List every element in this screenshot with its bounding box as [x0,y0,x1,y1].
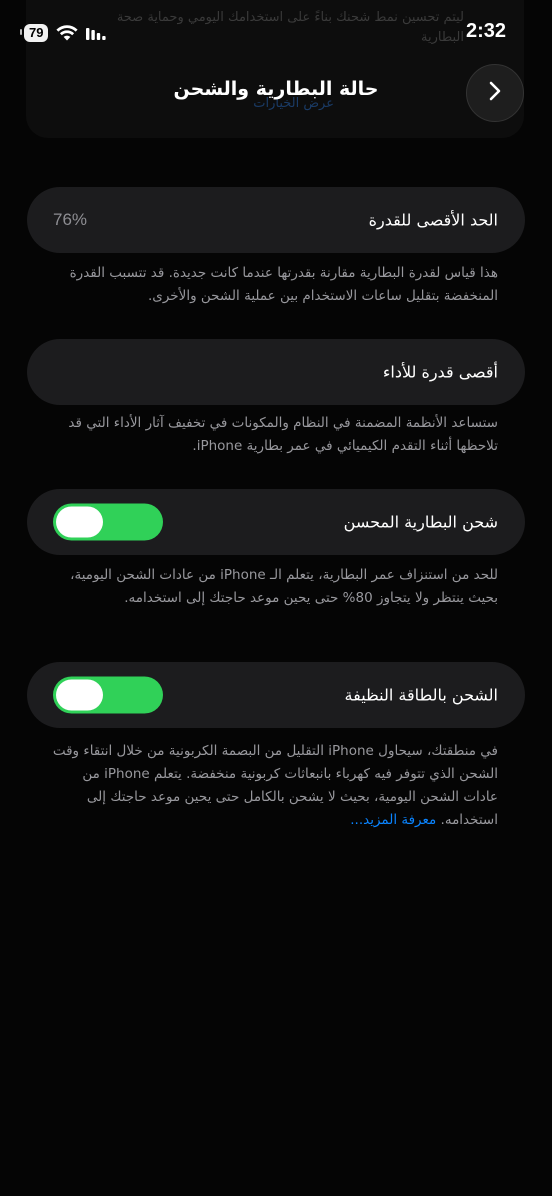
max-capacity-label: الحد الأقصى للقدرة [368,210,498,230]
chevron-right-icon [487,80,503,106]
backdrop-text: ليتم تحسين نمط شحنك بناءً على استخدامك ا… [116,10,464,45]
backdrop-card: ليتم تحسين نمط شحنك بناءً على استخدامك ا… [26,0,524,138]
max-capacity-value: 76% [53,210,88,229]
optimized-charging-row: شحن البطارية المحسن [27,489,525,555]
clean-energy-label: الشحن بالطاقة النظيفة [344,685,498,705]
back-button[interactable] [466,64,524,122]
optimized-charging-toggle[interactable] [53,503,163,541]
max-capacity-row: الحد الأقصى للقدرة 76% [27,187,525,253]
cellular-signal-icon [86,26,107,40]
toggle-knob [56,679,103,711]
toggle-knob [56,506,103,538]
peak-performance-row[interactable]: أقصى قدرة للأداء [27,339,525,405]
max-capacity-note: هذا قياس لقدرة البطارية مقارنة بقدرتها ع… [69,265,498,304]
battery-indicator: 79 [19,24,49,42]
status-indicators: 79 [19,22,107,44]
wifi-icon [56,25,79,41]
peak-performance-label: أقصى قدرة للأداء [382,362,498,382]
clean-energy-toggle[interactable] [53,676,163,714]
status-time: 2:32 [465,20,506,42]
peak-performance-note: ستساعد الأنظمة المضمنة في النظام والمكون… [68,415,498,454]
optimized-charging-note: للحد من استنزاف عمر البطارية، يتعلم الـ … [70,567,498,606]
learn-more-link[interactable]: معرفة المزيد... [350,812,436,828]
clean-energy-note: في منطقتك، سيحاول iPhone التقليل من البص… [52,740,498,832]
optimized-charging-label: شحن البطارية المحسن [343,512,498,532]
battery-health-screen: ليتم تحسين نمط شحنك بناءً على استخدامك ا… [0,0,552,1196]
clean-energy-row: الشحن بالطاقة النظيفة [27,662,525,728]
